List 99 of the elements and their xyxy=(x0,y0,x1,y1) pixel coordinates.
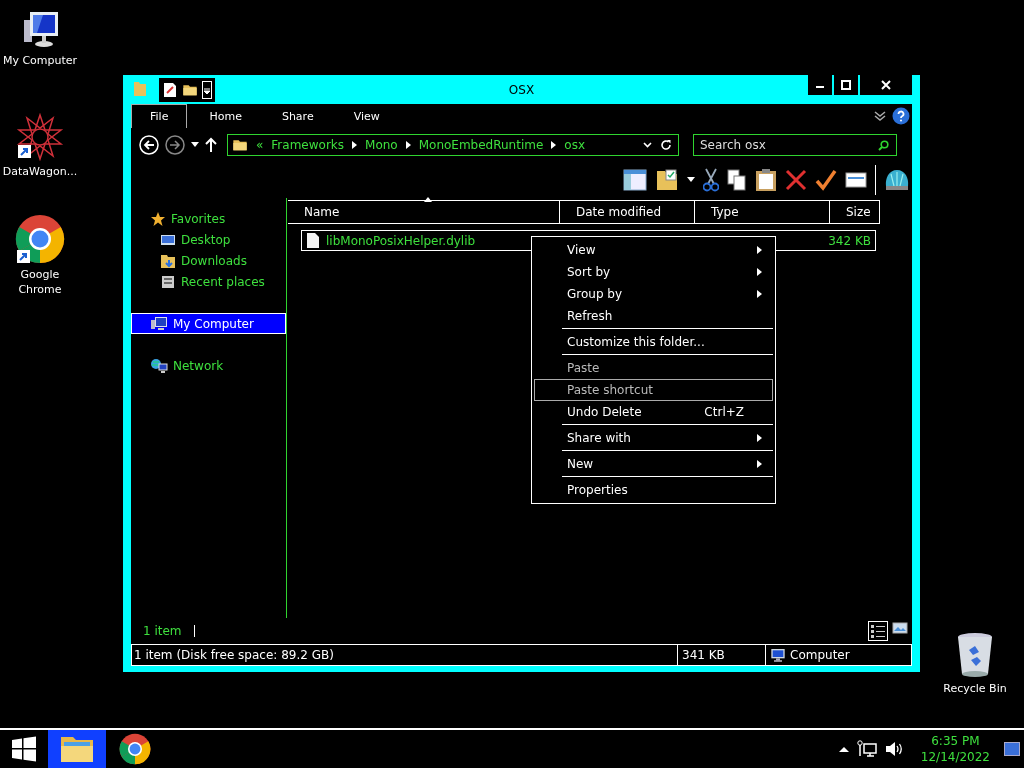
menu-item[interactable]: Undo Delete Ctrl+Z xyxy=(534,401,773,423)
column-header[interactable]: Size xyxy=(830,201,880,223)
forward-button[interactable] xyxy=(165,135,185,155)
refresh-icon[interactable] xyxy=(660,139,672,151)
show-hidden-icons-icon[interactable] xyxy=(838,746,849,752)
menu-item[interactable]: Sort by xyxy=(534,261,773,283)
submenu-arrow-icon xyxy=(757,290,762,298)
submenu-arrow-icon xyxy=(757,246,762,254)
minimize-button[interactable] xyxy=(808,75,832,95)
desktop-icon-label[interactable]: Google Chrome xyxy=(0,267,80,297)
file-name: libMonoPosixHelper.dylib xyxy=(326,233,476,248)
breadcrumb-arrow-icon[interactable] xyxy=(352,141,358,149)
menu-item[interactable]: Customize this folder... xyxy=(534,331,773,353)
nav-item[interactable]: My Computer xyxy=(131,313,286,334)
menu-item[interactable]: Share with xyxy=(534,427,773,449)
window-title: OSX xyxy=(508,82,535,97)
ribbon-tab[interactable]: Home xyxy=(191,104,260,128)
network-icon xyxy=(150,357,168,374)
recent-places-icon xyxy=(160,273,176,290)
cut-icon[interactable] xyxy=(703,168,719,192)
recycle-bin-icon xyxy=(955,632,995,678)
folder-icon xyxy=(232,137,248,153)
dropdown-icon[interactable] xyxy=(687,177,695,183)
status-zone: Computer xyxy=(790,648,850,662)
star-icon xyxy=(150,210,166,227)
overflow-chevron[interactable]: « xyxy=(256,138,264,152)
delete-icon[interactable] xyxy=(785,169,807,191)
ribbon-tab[interactable]: Share xyxy=(263,104,332,128)
details-view-icon[interactable] xyxy=(868,621,888,641)
desktop-icon-label[interactable]: Recycle Bin xyxy=(943,681,1007,696)
maximize-icon xyxy=(841,80,851,90)
computer-icon xyxy=(770,647,786,663)
submenu-arrow-icon xyxy=(757,268,762,276)
recent-locations-icon[interactable] xyxy=(191,142,199,148)
breadcrumb[interactable]: Frameworks xyxy=(271,138,345,152)
downloads-folder-icon xyxy=(160,252,176,269)
envelope-icon[interactable] xyxy=(845,172,867,188)
preview-pane-icon[interactable] xyxy=(623,169,647,191)
menu-item[interactable]: Refresh xyxy=(534,305,773,327)
windows-logo-icon xyxy=(11,736,37,762)
menu-item[interactable]: View xyxy=(534,239,773,261)
desktop-icon-label[interactable]: DataWagon... xyxy=(2,164,78,179)
breadcrumb-arrow-icon[interactable] xyxy=(405,141,411,149)
column-header[interactable]: Name xyxy=(288,201,560,223)
properties-icon[interactable] xyxy=(162,81,178,98)
network-icon[interactable] xyxy=(856,740,877,758)
nav-item[interactable]: Downloads xyxy=(131,250,286,271)
checkmark-icon[interactable] xyxy=(815,169,837,191)
nav-item[interactable]: Recent places xyxy=(131,271,286,292)
shell-icon[interactable] xyxy=(884,168,910,192)
text-cursor-icon xyxy=(193,625,196,637)
nav-item[interactable]: Favorites xyxy=(131,208,286,229)
computer-icon xyxy=(150,315,168,332)
menu-item[interactable]: New xyxy=(534,453,773,475)
folder-options-icon[interactable] xyxy=(655,168,679,192)
breadcrumb[interactable]: osx xyxy=(564,138,586,152)
expand-ribbon-icon[interactable] xyxy=(874,111,886,121)
file-size: 342 KB xyxy=(828,233,871,248)
help-icon[interactable] xyxy=(892,107,910,125)
submenu-arrow-icon xyxy=(757,460,762,468)
menu-item[interactable]: Group by xyxy=(534,283,773,305)
ribbon-tab[interactable]: View xyxy=(335,104,398,128)
submenu-arrow-icon xyxy=(757,434,762,442)
breadcrumb[interactable]: Mono xyxy=(365,138,398,152)
column-header[interactable]: Date modified xyxy=(560,201,695,223)
clock-date[interactable]: 12/14/2022 xyxy=(920,749,990,765)
volume-icon[interactable] xyxy=(884,741,903,757)
chrome-icon xyxy=(119,733,151,765)
close-button[interactable] xyxy=(860,75,912,95)
dropdown-icon[interactable] xyxy=(202,80,212,99)
search-icon xyxy=(878,140,889,151)
back-button[interactable] xyxy=(139,135,159,155)
up-arrow-icon[interactable] xyxy=(205,137,217,153)
thumbnail-view-icon[interactable] xyxy=(892,621,908,635)
star-logo-icon xyxy=(16,113,64,161)
shortcut-label: Ctrl+Z xyxy=(704,405,744,419)
paste-icon[interactable] xyxy=(755,168,777,192)
maximize-button[interactable] xyxy=(834,75,858,95)
column-header[interactable]: Type xyxy=(695,201,830,223)
file-icon xyxy=(306,232,320,249)
chrome-icon xyxy=(15,214,65,264)
ribbon-tab[interactable]: File xyxy=(131,104,188,128)
nav-item[interactable]: Network xyxy=(131,355,286,376)
status-size: 341 KB xyxy=(682,648,725,662)
breadcrumb-arrow-icon[interactable] xyxy=(551,141,557,149)
nav-item[interactable]: Desktop xyxy=(131,229,286,250)
desktop-icon-label[interactable]: My Computer xyxy=(2,53,78,68)
item-count: 1 item xyxy=(143,624,182,638)
copy-icon[interactable] xyxy=(727,169,747,191)
status-summary: 1 item (Disk free space: 89.2 GB) xyxy=(133,648,335,662)
folder-icon xyxy=(60,734,94,764)
close-icon xyxy=(881,80,891,90)
clock-time[interactable]: 6:35 PM xyxy=(931,733,980,749)
menu-item[interactable]: Properties xyxy=(534,479,773,501)
search-field[interactable]: Search osx xyxy=(693,134,897,156)
dropdown-icon[interactable] xyxy=(643,142,652,148)
address-bar[interactable]: « Frameworks Mono MonoEmbedRuntime osx xyxy=(227,134,679,156)
folder-icon xyxy=(133,81,147,97)
breadcrumb[interactable]: MonoEmbedRuntime xyxy=(418,138,544,152)
